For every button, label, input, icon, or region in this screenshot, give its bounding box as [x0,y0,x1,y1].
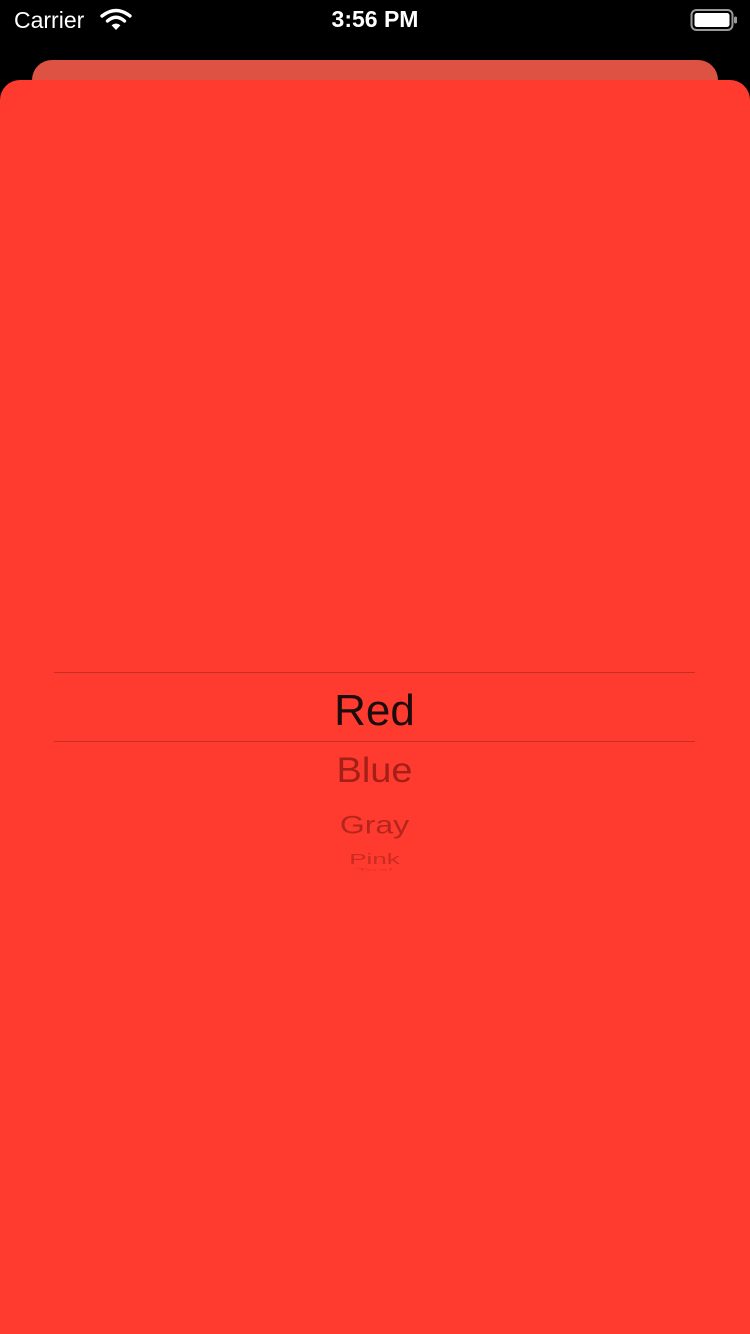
picker-item-red[interactable]: Red [54,686,695,736]
picker-item-teal[interactable]: Teal [54,867,695,871]
modal-sheet: Red Blue Gray Pink Teal [0,80,750,1334]
battery-full-icon [690,8,738,32]
selection-indicator-top [54,672,695,673]
selection-indicator-bottom [54,741,695,742]
color-picker-wheel[interactable]: Red Blue Gray Pink Teal [54,600,695,900]
status-bar: Carrier 3:56 PM [0,0,750,40]
picker-item-blue[interactable]: Blue [54,752,695,792]
picker-item-gray[interactable]: Gray [54,811,695,840]
picker-item-pink[interactable]: Pink [54,851,695,868]
clock: 3:56 PM [331,6,419,32]
